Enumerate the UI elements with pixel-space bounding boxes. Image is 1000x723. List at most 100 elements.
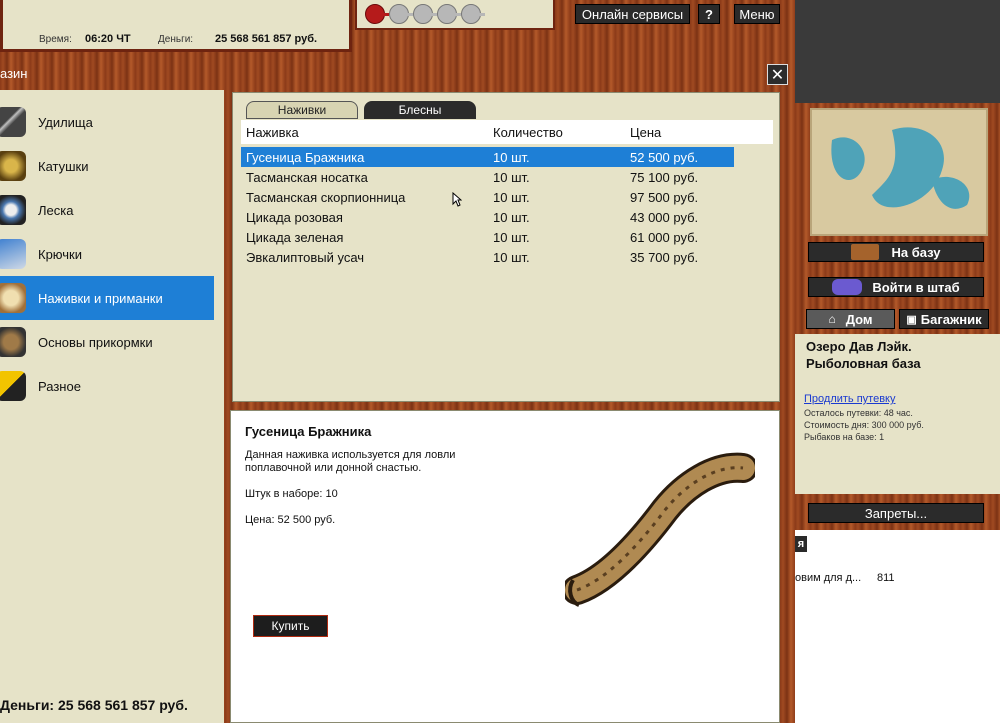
- cell-price: 97 500 руб.: [630, 189, 699, 205]
- enter-hq-label: Войти в штаб: [872, 279, 960, 295]
- category-label: Разное: [38, 378, 81, 394]
- cell-name: Тасманская носатка: [246, 169, 368, 185]
- category-misc[interactable]: Разное: [0, 364, 214, 408]
- misc-icon: [0, 371, 26, 401]
- bait-slots: [355, 0, 555, 30]
- category-label: Крючки: [38, 246, 82, 262]
- map-icon: [831, 127, 970, 209]
- to-base-button[interactable]: На базу: [808, 242, 984, 262]
- detail-price: Цена: 52 500 руб.: [245, 514, 336, 526]
- category-label: Леска: [38, 202, 74, 218]
- detail-pack-size: Штук в наборе: 10: [245, 488, 338, 500]
- cell-price: 43 000 руб.: [630, 209, 699, 225]
- table-row[interactable]: Цикада розовая 10 шт. 43 000 руб.: [241, 207, 773, 227]
- online-services-button[interactable]: Онлайн сервисы: [575, 4, 690, 24]
- tab-lures[interactable]: Блесны: [364, 101, 476, 119]
- cell-name: Тасманская скорпионница: [246, 189, 406, 205]
- bans-button[interactable]: Запреты...: [808, 503, 984, 523]
- cursor-icon: [452, 192, 462, 207]
- category-label: Наживки и приманки: [38, 290, 163, 306]
- home-tab-label: Дом: [845, 311, 873, 327]
- cell-name: Цикада розовая: [246, 209, 343, 225]
- hook-icon: [0, 239, 26, 269]
- daily-cost: Стоимость дня: 300 000 руб.: [804, 420, 924, 430]
- right-top-area: [795, 0, 1000, 103]
- category-baits[interactable]: Наживки и приманки: [0, 276, 214, 320]
- category-reels[interactable]: Катушки: [0, 144, 214, 188]
- bait-table: Наживка Количество Цена Гусеница Бражник…: [241, 120, 773, 267]
- help-button[interactable]: ?: [698, 4, 720, 24]
- col-header-qty[interactable]: Количество: [488, 125, 625, 140]
- to-base-label: На базу: [891, 244, 941, 260]
- table-row[interactable]: Тасманская носатка 10 шт. 75 100 руб.: [241, 167, 773, 187]
- category-label: Катушки: [38, 158, 89, 174]
- cell-name: Эвкалиптовый усач: [246, 249, 365, 265]
- window-title-bar: [0, 60, 793, 88]
- col-header-price[interactable]: Цена: [625, 125, 734, 140]
- time-value: 06:20 ЧТ: [85, 33, 131, 45]
- partial-row-number: 811: [877, 572, 895, 584]
- table-row[interactable]: Гусеница Бражника 10 шт. 52 500 руб.: [241, 147, 734, 167]
- bait-slot-icon[interactable]: [437, 4, 461, 24]
- cell-qty: 10 шт.: [493, 209, 530, 225]
- cell-qty: 10 шт.: [493, 149, 530, 165]
- category-groundbait[interactable]: Основы прикормки: [0, 320, 214, 364]
- cell-qty: 10 шт.: [493, 229, 530, 245]
- cell-name: Гусеница Бражника: [246, 149, 365, 165]
- tab-baits[interactable]: Наживки: [246, 101, 358, 119]
- time-label: Время:: [39, 34, 72, 45]
- table-row[interactable]: Тасманская скорпионница 10 шт. 97 500 ру…: [241, 187, 773, 207]
- bait-icon: [0, 283, 26, 313]
- lake-map[interactable]: [810, 108, 988, 236]
- cell-price: 75 100 руб.: [630, 169, 699, 185]
- money-label: Деньги:: [158, 34, 194, 45]
- category-rods[interactable]: Удилища: [0, 100, 214, 144]
- cell-qty: 10 шт.: [493, 189, 530, 205]
- rod-icon: [0, 107, 26, 137]
- table-row[interactable]: Цикада зеленая 10 шт. 61 000 руб.: [241, 227, 773, 247]
- people-icon: [832, 279, 863, 295]
- line-icon: [0, 195, 26, 225]
- bait-slot-icon[interactable]: [461, 4, 485, 24]
- caterpillar-image: [565, 452, 755, 607]
- bait-slot-icon[interactable]: [365, 4, 389, 24]
- groundbait-icon: [0, 327, 26, 357]
- detail-description: Данная наживка используется для ловли по…: [245, 449, 456, 474]
- car-icon: ▣: [906, 313, 917, 326]
- category-label: Удилища: [38, 114, 93, 130]
- home-icon: ⌂: [828, 312, 836, 326]
- extend-permit-link[interactable]: Продлить путевку: [804, 393, 895, 405]
- window-title: азин: [0, 66, 28, 81]
- location-name-line1: Озеро Дав Лэйк.: [806, 339, 912, 354]
- partial-header: я: [795, 536, 807, 552]
- category-line[interactable]: Леска: [0, 188, 214, 232]
- status-panel: Время: 06:20 ЧТ Деньги: 25 568 561 857 р…: [0, 0, 352, 52]
- category-hooks[interactable]: Крючки: [0, 232, 214, 276]
- buy-button[interactable]: Купить: [253, 615, 328, 637]
- fishers-count: Рыбаков на базе: 1: [804, 432, 885, 442]
- close-button[interactable]: ✕: [767, 64, 788, 85]
- cell-price: 52 500 руб.: [630, 149, 699, 165]
- table-row[interactable]: Эвкалиптовый усач 10 шт. 35 700 руб.: [241, 247, 773, 267]
- right-lower-panel: я овим для д... 811: [795, 530, 1000, 723]
- category-label: Основы прикормки: [38, 334, 153, 350]
- bait-slot-icon[interactable]: [413, 4, 437, 24]
- tab-home[interactable]: ⌂ Дом: [806, 309, 895, 329]
- reel-icon: [0, 151, 26, 181]
- house-icon: [851, 244, 880, 260]
- tab-trunk[interactable]: ▣ Багажник: [899, 309, 989, 329]
- location-name-line2: Рыболовная база: [806, 356, 921, 371]
- money-value: 25 568 561 857 руб.: [215, 33, 318, 45]
- bait-slot-icon[interactable]: [389, 4, 413, 24]
- enter-hq-button[interactable]: Войти в штаб: [808, 277, 984, 297]
- cell-price: 35 700 руб.: [630, 249, 699, 265]
- permit-remaining: Осталось путевки: 48 час.: [804, 408, 913, 418]
- cell-qty: 10 шт.: [493, 249, 530, 265]
- cell-name: Цикада зеленая: [246, 229, 344, 245]
- menu-button[interactable]: Меню: [734, 4, 780, 24]
- table-header: Наживка Количество Цена: [241, 120, 773, 144]
- location-info: Озеро Дав Лэйк. Рыболовная база Продлить…: [795, 334, 1000, 494]
- partial-row-text: овим для д...: [795, 572, 862, 584]
- col-header-name[interactable]: Наживка: [241, 125, 488, 140]
- category-panel: Удилища Катушки Леска Крючки Наживки и п…: [0, 90, 224, 723]
